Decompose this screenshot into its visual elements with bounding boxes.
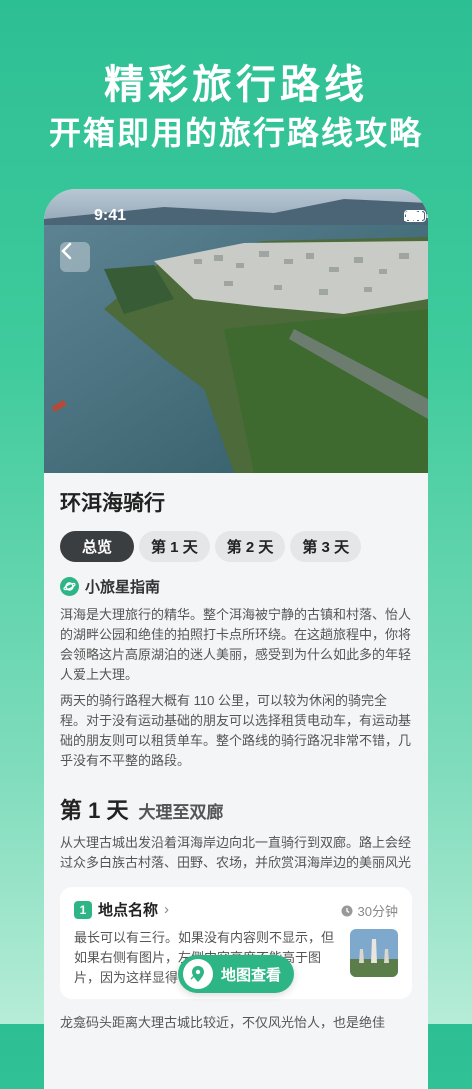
back-chevron-icon	[61, 242, 72, 260]
promo-title: 精彩旅行路线	[104, 63, 368, 107]
overview-paragraph-1: 洱海是大理旅行的精华。整个洱海被宁静的古镇和村落、怡人的湖畔公园和绝佳的拍照打卡…	[60, 607, 412, 682]
chevron-right-icon: ›	[164, 901, 170, 918]
guide-name: 小旅星指南	[85, 579, 161, 596]
guide-header: 小旅星指南	[60, 576, 412, 597]
overview-paragraph-2: 两天的骑行路程大概有 110 公里，可以较为休闲的骑完全程。对于没有运动基础的朋…	[60, 693, 412, 768]
map-pin-icon	[183, 959, 213, 989]
route-title: 环洱海骑行	[60, 492, 165, 515]
place-index-badge: 1	[74, 900, 92, 919]
tab-day-3[interactable]: 第 3 天	[290, 531, 362, 562]
map-view-button[interactable]: 地图查看	[178, 955, 294, 993]
day-1-description: 从大理古城出发沿着洱海岸边向北一直骑行到双廊。路上会经过众多白族古村落、田野、农…	[60, 835, 412, 870]
status-time: 9:41	[94, 207, 127, 224]
tab-overview[interactable]: 总览	[60, 531, 135, 562]
map-view-label: 地图查看	[221, 966, 282, 984]
status-bar: 9:41	[44, 207, 428, 227]
battery-icon	[404, 210, 428, 222]
day-1-header: 第 1 天 大理至双廊	[60, 793, 412, 825]
back-button[interactable]	[60, 242, 90, 272]
place-name[interactable]: 地点名称	[98, 899, 158, 920]
tab-day-2[interactable]: 第 2 天	[214, 531, 286, 562]
place-duration: 30分钟	[341, 901, 398, 920]
duration-text: 30分钟	[357, 904, 398, 919]
day-tabs: 总览 第 1 天 第 2 天 第 3 天	[60, 531, 412, 562]
aerial-lake-photo	[44, 189, 428, 473]
tab-day-1[interactable]: 第 1 天	[139, 531, 210, 562]
phone-screen: 9:41 环洱海骑行 总览 第 1 天 第 2 天 第 3 天 小旅星指南 洱海…	[44, 189, 428, 1089]
planet-logo-icon	[60, 577, 79, 596]
promo-subtitle: 开箱即用的旅行路线攻略	[48, 115, 423, 151]
hero-image: 9:41	[44, 189, 428, 473]
next-paragraph: 龙龛码头距离大理古城比较近，不仅风光怡人，也是绝佳	[60, 1015, 386, 1030]
day-1-subtitle: 大理至双廊	[138, 803, 224, 822]
clock-icon	[341, 905, 353, 916]
day-1-label: 第 1 天	[60, 798, 129, 823]
content-area: 环洱海骑行 总览 第 1 天 第 2 天 第 3 天 小旅星指南 洱海是大理旅行…	[44, 487, 428, 1033]
place-thumbnail	[350, 929, 398, 977]
